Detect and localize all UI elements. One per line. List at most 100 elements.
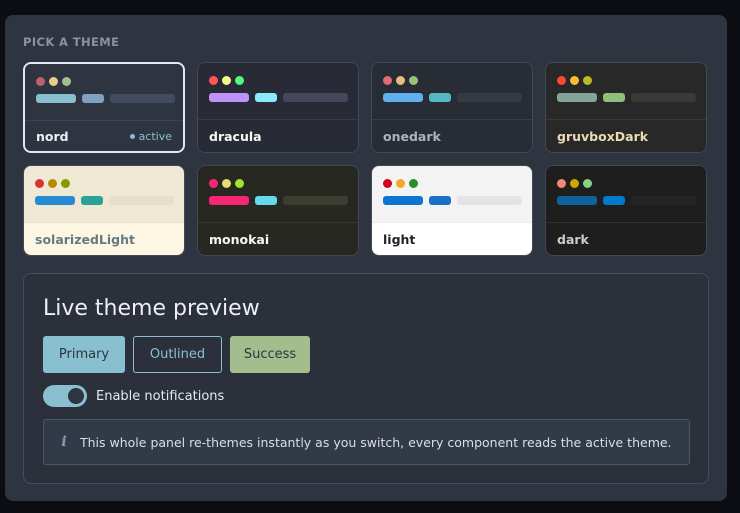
color-bar — [383, 196, 423, 205]
color-bar — [457, 196, 522, 205]
theme-panel: PICK A THEME nord active dracula onedark… — [5, 15, 727, 501]
section-title: PICK A THEME — [23, 35, 120, 49]
toggle-knob — [68, 388, 84, 404]
color-bar — [110, 94, 175, 103]
theme-swatch — [24, 166, 184, 222]
color-dot — [36, 77, 45, 86]
color-dot — [570, 179, 579, 188]
color-bar — [209, 93, 249, 102]
color-dot — [62, 77, 71, 86]
color-bar — [631, 93, 696, 102]
color-dot — [557, 179, 566, 188]
toggle-label: Enable notifications — [96, 388, 225, 404]
theme-name: solarizedLight — [35, 231, 135, 247]
theme-card-monokai[interactable]: monokai — [197, 165, 359, 256]
theme-name: dark — [557, 231, 589, 247]
color-dots — [36, 77, 71, 86]
theme-card-footer: solarizedLight — [24, 222, 184, 255]
color-bar — [429, 196, 451, 205]
theme-name: monokai — [209, 231, 270, 247]
theme-card-light[interactable]: light — [371, 165, 533, 256]
preview-button-row: Primary Outlined Success — [43, 336, 310, 373]
outlined-button[interactable]: Outlined — [133, 336, 222, 373]
color-bar — [81, 196, 103, 205]
color-bars — [209, 93, 348, 102]
theme-grid: nord active dracula onedark gruvboxDark … — [23, 62, 709, 256]
color-dot — [35, 179, 44, 188]
color-bar — [35, 196, 75, 205]
color-dots — [35, 179, 70, 188]
theme-card-dracula[interactable]: dracula — [197, 62, 359, 153]
color-dot — [222, 179, 231, 188]
color-bar — [457, 93, 522, 102]
theme-card-onedark[interactable]: onedark — [371, 62, 533, 153]
color-bars — [383, 196, 522, 205]
theme-card-footer: monokai — [198, 222, 358, 255]
color-dots — [383, 179, 418, 188]
active-label: active — [138, 129, 172, 143]
theme-card-dark[interactable]: dark — [545, 165, 707, 256]
theme-name: gruvboxDark — [557, 128, 649, 144]
color-dot — [61, 179, 70, 188]
color-dot — [409, 179, 418, 188]
theme-card-solarizedlight[interactable]: solarizedLight — [23, 165, 185, 256]
color-bar — [283, 93, 348, 102]
color-dot — [235, 179, 244, 188]
theme-name: onedark — [383, 128, 441, 144]
color-dot — [396, 76, 405, 85]
color-bar — [36, 94, 76, 103]
color-dot — [583, 179, 592, 188]
active-badge: active — [129, 129, 172, 143]
primary-button[interactable]: Primary — [43, 336, 125, 373]
color-dot — [583, 76, 592, 85]
theme-card-footer: nord active — [25, 120, 183, 151]
theme-name: light — [383, 231, 416, 247]
color-dot — [396, 179, 405, 188]
color-bar — [255, 196, 277, 205]
color-dot — [570, 76, 579, 85]
notifications-toggle[interactable] — [43, 385, 87, 407]
theme-card-gruvboxdark[interactable]: gruvboxDark — [545, 62, 707, 153]
theme-name: nord — [36, 128, 69, 144]
theme-card-footer: dark — [546, 222, 706, 255]
color-bar — [82, 94, 104, 103]
info-text: This whole panel re-themes instantly as … — [80, 434, 672, 450]
color-dots — [557, 179, 592, 188]
color-dot — [222, 76, 231, 85]
color-bars — [35, 196, 174, 205]
theme-swatch — [546, 63, 706, 119]
theme-card-nord[interactable]: nord active — [23, 62, 185, 153]
theme-swatch — [372, 166, 532, 222]
color-bars — [36, 94, 175, 103]
theme-swatch — [198, 63, 358, 119]
theme-swatch — [25, 64, 183, 120]
color-bar — [557, 93, 597, 102]
preview-title: Live theme preview — [43, 296, 260, 321]
color-bar — [603, 196, 625, 205]
color-bar — [283, 196, 348, 205]
theme-swatch — [546, 166, 706, 222]
color-dots — [383, 76, 418, 85]
color-dot — [209, 76, 218, 85]
active-dot-icon — [129, 133, 135, 139]
color-bar — [209, 196, 249, 205]
info-icon: i — [61, 434, 67, 450]
color-dot — [209, 179, 218, 188]
color-dot — [235, 76, 244, 85]
color-dot — [409, 76, 418, 85]
info-alert: i This whole panel re-themes instantly a… — [43, 419, 690, 465]
theme-card-footer: dracula — [198, 119, 358, 152]
color-bar — [603, 93, 625, 102]
color-bars — [209, 196, 348, 205]
color-bars — [383, 93, 522, 102]
color-dot — [383, 76, 392, 85]
color-bar — [429, 93, 451, 102]
theme-swatch — [372, 63, 532, 119]
color-bars — [557, 93, 696, 102]
color-bar — [109, 196, 174, 205]
color-bar — [557, 196, 597, 205]
color-dot — [49, 77, 58, 86]
theme-swatch — [198, 166, 358, 222]
success-button[interactable]: Success — [230, 336, 310, 373]
color-bar — [383, 93, 423, 102]
